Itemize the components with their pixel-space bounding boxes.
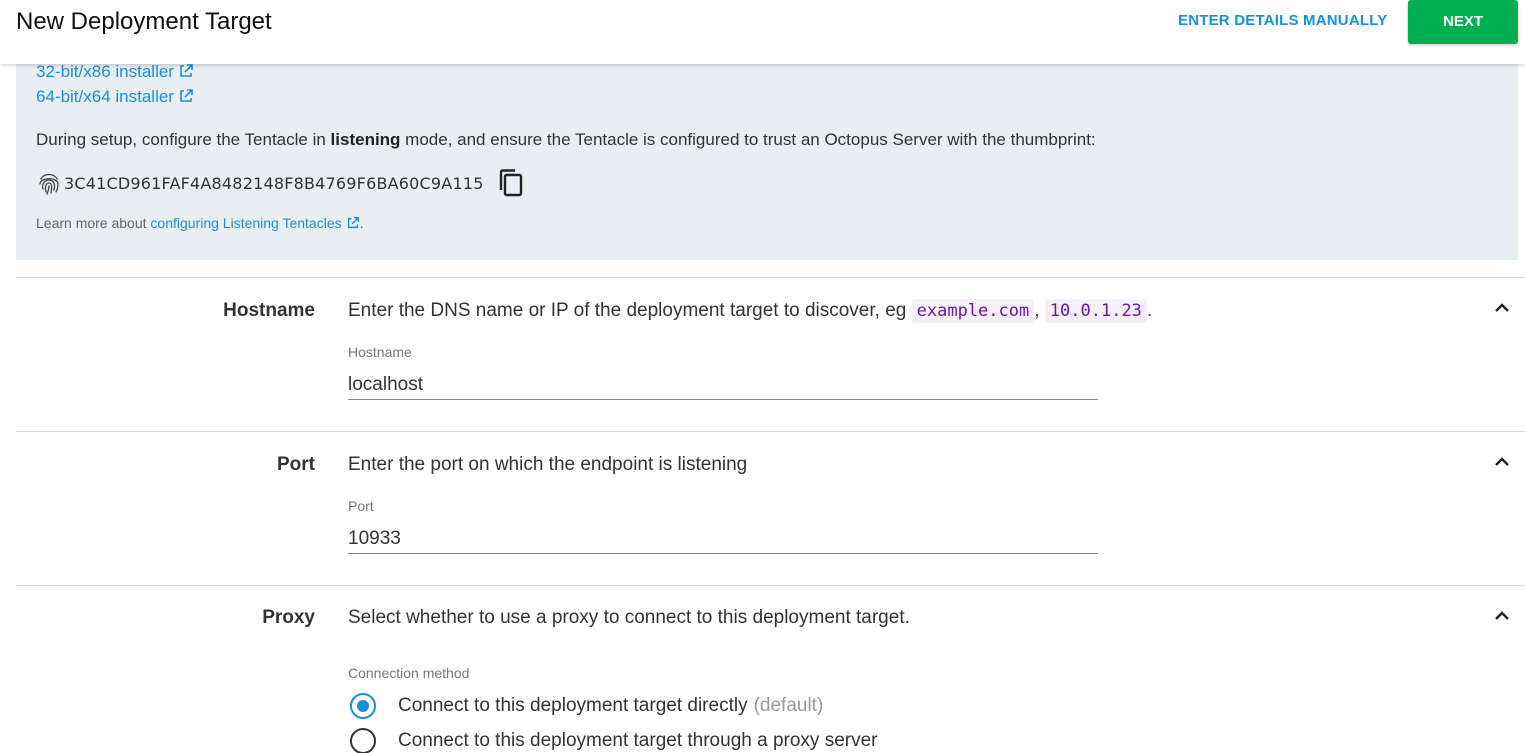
learn-more-text: Learn more about configuring Listening T… bbox=[36, 215, 364, 231]
thumbprint-value: 3C41CD961FAF4A8482148F8B4769F6BA60C9A115 bbox=[64, 173, 484, 193]
enter-details-manually-button[interactable]: ENTER DETAILS MANUALLY bbox=[1170, 12, 1395, 34]
learn-more-prefix: Learn more about bbox=[36, 215, 151, 231]
installer-64bit-label: 64-bit/x64 installer bbox=[36, 87, 174, 106]
section-divider bbox=[16, 585, 1525, 586]
connect-via-proxy-label: Connect to this deployment target throug… bbox=[398, 730, 878, 751]
proxy-section-label: Proxy bbox=[262, 607, 315, 628]
hostname-example-separator: , bbox=[1034, 300, 1045, 321]
external-link-icon bbox=[347, 217, 359, 229]
hostname-description-text: Enter the DNS name or IP of the deployme… bbox=[348, 300, 912, 321]
page-header: New Deployment Target ENTER DETAILS MANU… bbox=[0, 0, 1525, 64]
default-suffix: (default) bbox=[753, 695, 824, 716]
page-title: New Deployment Target bbox=[16, 8, 272, 35]
radio-unchecked-icon[interactable] bbox=[350, 728, 376, 753]
connect-directly-text: Connect to this deployment target direct… bbox=[398, 695, 748, 716]
hostname-description: Enter the DNS name or IP of the deployme… bbox=[348, 299, 1153, 323]
external-link-icon bbox=[180, 64, 193, 77]
copy-icon[interactable] bbox=[498, 168, 524, 198]
proxy-description: Select whether to use a proxy to connect… bbox=[348, 607, 910, 628]
hostname-field-label: Hostname bbox=[348, 344, 412, 360]
thumbprint-row: 3C41CD961FAF4A8482148F8B4769F6BA60C9A115 bbox=[36, 166, 524, 200]
installer-64bit-link[interactable]: 64-bit/x64 installer bbox=[36, 87, 194, 107]
configuring-listening-tentacles-link[interactable]: configuring Listening Tentacles bbox=[150, 215, 359, 231]
setup-text-before: During setup, configure the Tentacle in bbox=[36, 130, 331, 149]
port-section-label: Port bbox=[277, 454, 315, 475]
port-field-label: Port bbox=[348, 498, 374, 514]
hostname-input[interactable] bbox=[348, 370, 1098, 400]
tentacle-info-panel: 32-bit/x86 installer 64-bit/x64 installe… bbox=[16, 60, 1518, 260]
connect-via-proxy-option[interactable]: Connect to this deployment target throug… bbox=[350, 728, 877, 753]
connect-directly-option[interactable]: Connect to this deployment target direct… bbox=[350, 693, 823, 719]
learn-more-link-label: configuring Listening Tentacles bbox=[150, 215, 342, 231]
installer-32bit-link[interactable]: 32-bit/x86 installer bbox=[36, 62, 194, 82]
hostname-description-end: . bbox=[1146, 300, 1153, 321]
learn-more-suffix: . bbox=[359, 215, 364, 231]
installer-32bit-label: 32-bit/x86 installer bbox=[36, 62, 174, 81]
connection-method-label: Connection method bbox=[348, 665, 470, 681]
hostname-example-ip: 10.0.1.23 bbox=[1044, 299, 1147, 323]
next-button[interactable]: NEXT bbox=[1408, 0, 1518, 44]
port-description: Enter the port on which the endpoint is … bbox=[348, 454, 748, 475]
radio-checked-icon[interactable] bbox=[350, 693, 376, 719]
hostname-section-label: Hostname bbox=[223, 300, 315, 321]
port-input[interactable] bbox=[348, 524, 1098, 554]
setup-instructions: During setup, configure the Tentacle in … bbox=[36, 130, 1096, 150]
external-link-icon bbox=[180, 89, 193, 102]
fingerprint-icon bbox=[39, 173, 59, 195]
section-divider bbox=[16, 431, 1525, 432]
chevron-up-icon[interactable] bbox=[1492, 452, 1512, 472]
setup-text-after: mode, and ensure the Tentacle is configu… bbox=[400, 130, 1096, 149]
section-divider bbox=[16, 277, 1525, 278]
chevron-up-icon[interactable] bbox=[1492, 298, 1512, 318]
hostname-example-domain: example.com bbox=[911, 299, 1035, 323]
connect-directly-label: Connect to this deployment target direct… bbox=[398, 695, 823, 717]
chevron-up-icon[interactable] bbox=[1492, 606, 1512, 626]
setup-text-bold: listening bbox=[330, 130, 401, 149]
